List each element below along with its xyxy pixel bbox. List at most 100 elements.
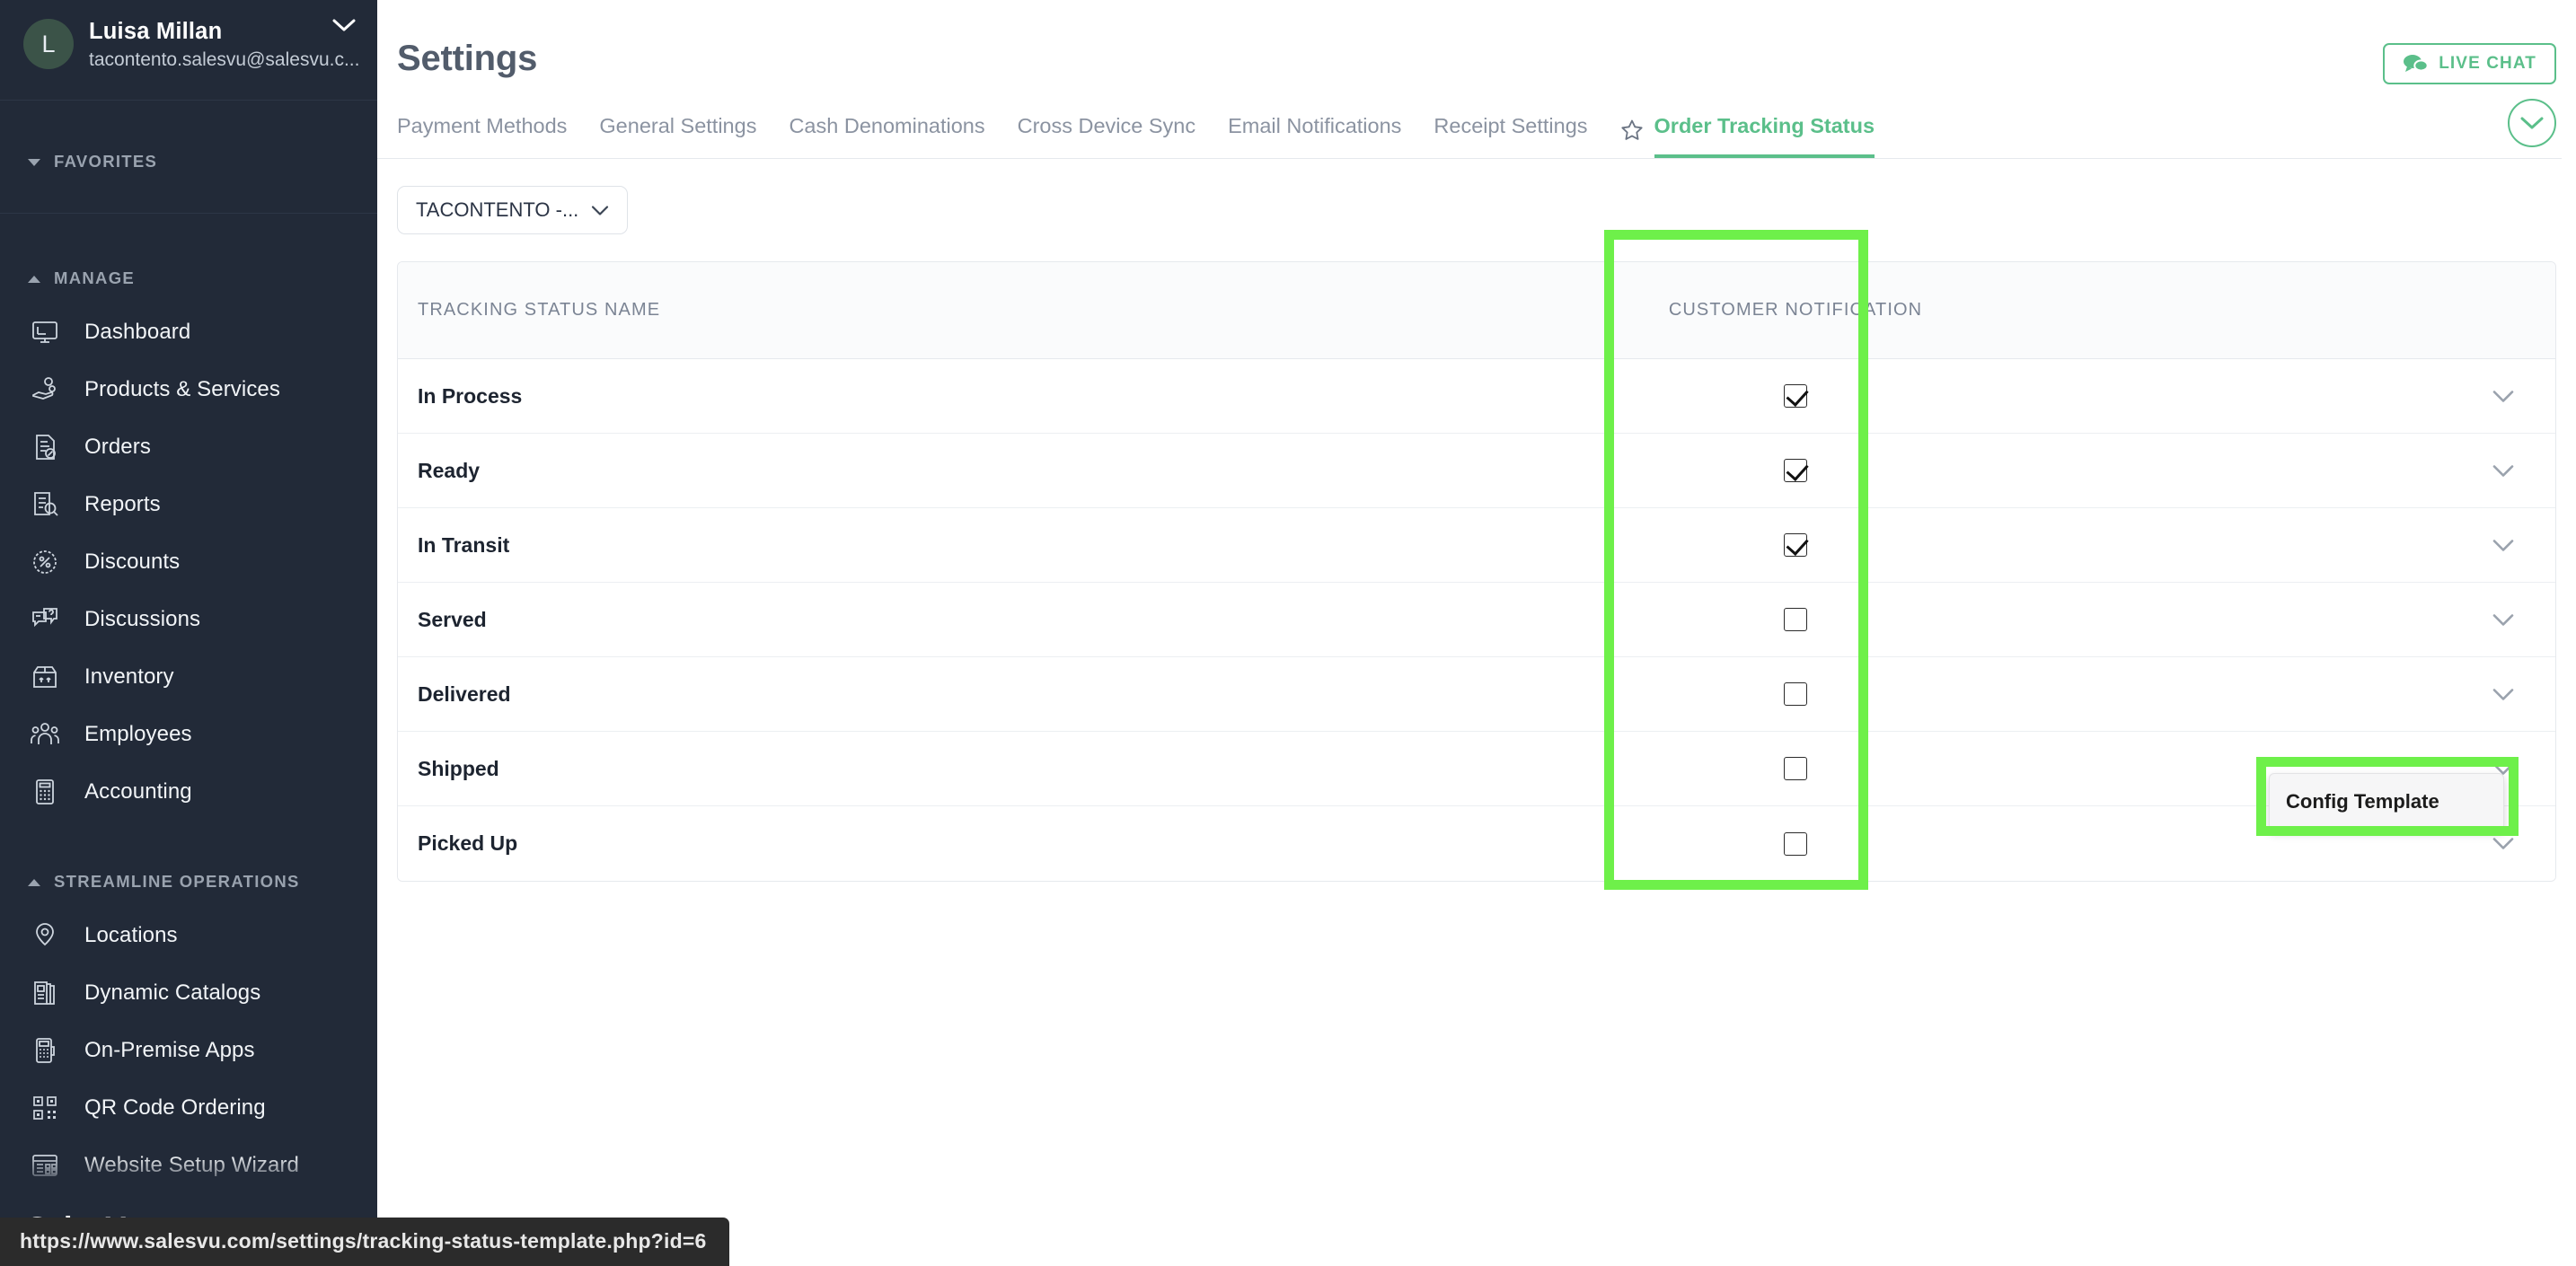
table-row[interactable]: Picked Up: [398, 806, 2555, 881]
profile-email: tacontento.salesvu@salesvu.c...: [89, 49, 360, 70]
monitor-icon: [27, 314, 63, 350]
top-bar: Settings LIVE CHAT: [377, 0, 2576, 84]
table-row[interactable]: In Process: [398, 359, 2555, 434]
sidebar-item-on-premise-apps[interactable]: On-Premise Apps: [0, 1022, 377, 1079]
sidebar-item-discounts[interactable]: Discounts: [0, 533, 377, 591]
triangle-down-icon: [27, 152, 41, 171]
sidebar-section-label: MANAGE: [54, 268, 136, 287]
settings-tabs: Payment Methods General Settings Cash De…: [377, 79, 2576, 159]
sidebar-section-favorites[interactable]: FAVORITES: [0, 144, 377, 180]
main-content: Settings LIVE CHAT Payment Methods Gener…: [377, 0, 2576, 1266]
table-row[interactable]: Shipped: [398, 732, 2555, 806]
chevron-down-icon[interactable]: [2492, 390, 2514, 403]
sidebar-item-reports[interactable]: Reports: [0, 476, 377, 533]
sidebar-item-dashboard[interactable]: Dashboard: [0, 303, 377, 361]
catalog-book-icon: [27, 975, 63, 1011]
tab-payment-methods[interactable]: Payment Methods: [397, 113, 567, 158]
sidebar-item-label: Orders: [84, 435, 151, 459]
row-status-name: In Process: [418, 383, 523, 408]
sidebar-item-inventory[interactable]: Inventory: [0, 648, 377, 706]
table-row[interactable]: Served: [398, 583, 2555, 657]
sidebar-item-website-setup-wizard[interactable]: Website Setup Wizard: [0, 1137, 377, 1194]
sidebar-item-label: Accounting: [84, 779, 192, 804]
table-row[interactable]: In Transit: [398, 508, 2555, 583]
sidebar-item-label: Dynamic Catalogs: [84, 980, 261, 1005]
row-status-name: In Transit: [418, 532, 510, 557]
percent-badge-icon: [27, 544, 63, 580]
row-status-name: Served: [418, 607, 487, 631]
row-status-name: Shipped: [418, 756, 499, 780]
chevron-down-icon[interactable]: [332, 18, 356, 32]
row-status-name: Picked Up: [418, 831, 518, 855]
tab-cross-device-sync[interactable]: Cross Device Sync: [1018, 113, 1196, 158]
store-selector[interactable]: TACONTENTO -...: [397, 186, 629, 234]
order-doc-icon: [27, 429, 63, 465]
sidebar-section-label: FAVORITES: [54, 152, 158, 171]
tracking-status-table: TRACKING STATUS NAME CUSTOMER NOTIFICATI…: [397, 261, 2556, 882]
tab-email-notifications[interactable]: Email Notifications: [1228, 113, 1401, 158]
right-edge-filler: [2562, 0, 2576, 1266]
tab-cash-denominations[interactable]: Cash Denominations: [789, 113, 984, 158]
triangle-up-icon: [27, 872, 41, 892]
calculator-icon: [27, 774, 63, 810]
customer-notification-checkbox[interactable]: [1784, 608, 1807, 631]
user-profile[interactable]: L Luisa Millan tacontento.salesvu@salesv…: [0, 0, 377, 101]
chevron-down-icon[interactable]: [2492, 837, 2514, 850]
tab-general-settings[interactable]: General Settings: [599, 113, 756, 158]
chevron-down-icon[interactable]: [2492, 688, 2514, 701]
row-action-cell: [1927, 539, 2555, 552]
row-action-cell: [1927, 464, 2555, 478]
chevron-down-icon[interactable]: [2492, 464, 2514, 478]
column-header-tracking-status-name: TRACKING STATUS NAME: [418, 300, 661, 320]
table-row[interactable]: Ready: [398, 434, 2555, 508]
row-action-cell: [1927, 613, 2555, 627]
favorites-divider: [0, 180, 377, 214]
sidebar-item-label: Inventory: [84, 664, 174, 689]
star-icon[interactable]: [1620, 119, 1644, 158]
browser-window-icon: [27, 1147, 63, 1183]
sidebar-item-qr-code-ordering[interactable]: QR Code Ordering: [0, 1079, 377, 1137]
avatar: L: [23, 19, 74, 69]
row-notification-cell: [1664, 608, 1927, 631]
chat-bubble-icon: [2403, 54, 2429, 74]
customer-notification-checkbox[interactable]: [1784, 757, 1807, 780]
customer-notification-checkbox[interactable]: [1784, 384, 1807, 408]
row-action-cell: [1927, 837, 2555, 850]
row-notification-cell: [1664, 533, 1927, 557]
sidebar-item-accounting[interactable]: Accounting: [0, 763, 377, 821]
sidebar-item-locations[interactable]: Locations: [0, 907, 377, 964]
sidebar-item-label: Reports: [84, 492, 161, 516]
sidebar-item-orders[interactable]: Orders: [0, 418, 377, 476]
customer-notification-checkbox[interactable]: [1784, 682, 1807, 706]
chevron-down-icon[interactable]: [2492, 613, 2514, 627]
hand-box-icon: [27, 372, 63, 408]
sidebar-section-manage[interactable]: MANAGE: [0, 260, 377, 296]
row-action-cell: [1927, 688, 2555, 701]
sidebar-item-discussions[interactable]: Discussions: [0, 591, 377, 648]
chevron-down-icon[interactable]: [2492, 539, 2514, 552]
sidebar-item-label: Locations: [84, 923, 178, 947]
qr-code-icon: [27, 1090, 63, 1126]
sidebar-item-label: Discussions: [84, 607, 201, 631]
sidebar-item-employees[interactable]: Employees: [0, 706, 377, 763]
customer-notification-checkbox[interactable]: [1784, 533, 1807, 557]
map-pin-icon: [27, 918, 63, 954]
row-status-name: Delivered: [418, 681, 511, 706]
sidebar-item-label: Products & Services: [84, 377, 280, 401]
sidebar-nav-manage: Dashboard Products & Services Orders Rep…: [0, 303, 377, 821]
customer-notification-checkbox[interactable]: [1784, 831, 1807, 856]
report-search-icon: [27, 487, 63, 523]
table-row[interactable]: Delivered: [398, 657, 2555, 732]
sidebar-item-label: Discounts: [84, 549, 181, 574]
tab-receipt-settings[interactable]: Receipt Settings: [1434, 113, 1587, 158]
config-template-menu-item[interactable]: Config Template: [2269, 773, 2504, 831]
tab-order-tracking-status[interactable]: Order Tracking Status: [1654, 113, 1875, 158]
sidebar-item-label: QR Code Ordering: [84, 1095, 266, 1120]
sidebar-item-products-services[interactable]: Products & Services: [0, 361, 377, 418]
app-root: L Luisa Millan tacontento.salesvu@salesv…: [0, 0, 2576, 1266]
expand-toggle-button[interactable]: [2508, 99, 2556, 147]
sidebar-section-streamline-operations[interactable]: STREAMLINE OPERATIONS: [0, 864, 377, 900]
row-notification-cell: [1664, 384, 1927, 408]
sidebar-item-dynamic-catalogs[interactable]: Dynamic Catalogs: [0, 964, 377, 1022]
customer-notification-checkbox[interactable]: [1784, 459, 1807, 482]
